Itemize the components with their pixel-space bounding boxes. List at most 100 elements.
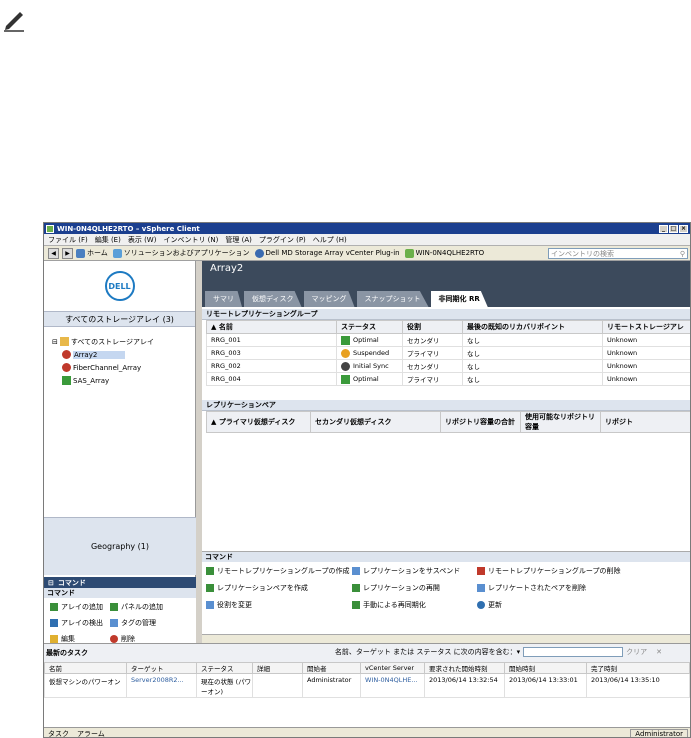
col-role[interactable]: 役割 — [402, 320, 463, 334]
delete-icon — [477, 567, 485, 575]
pencil-note-icon — [4, 12, 24, 32]
discover-array-button[interactable]: アレイの検出 — [50, 618, 110, 628]
suspend-replication-button[interactable]: レプリケーションをサスペンド — [352, 566, 477, 576]
create-rrg-button[interactable]: リモートレプリケーショングループの作成 — [206, 566, 352, 576]
filter-label[interactable]: 名前、ターゲット または ステータス に次の内容を含む：▾ — [335, 647, 520, 657]
table-row[interactable]: RRG_004 Optimal プライマリ なし Unknown — [206, 372, 690, 386]
tab-snapshots[interactable]: スナップショット — [356, 291, 429, 307]
tab-mapping[interactable]: マッピング — [303, 291, 355, 307]
create-pair-icon — [206, 584, 214, 592]
tasks-table: 名前 ターゲット ステータス 詳細 開始者 vCenter Server 要求さ… — [44, 662, 690, 698]
col-end[interactable]: 完了時刻 — [586, 662, 690, 674]
tab-async-rr[interactable]: 非同期化 RR — [430, 291, 488, 307]
col-requested[interactable]: 要求された開始時刻 — [424, 662, 505, 674]
col-status[interactable]: ステータス — [196, 662, 253, 674]
resume-replication-button[interactable]: レプリケーションの再開 — [352, 583, 477, 593]
error-icon — [62, 350, 71, 359]
all-arrays-header[interactable]: すべてのストレージアレイ (3) — [44, 311, 195, 327]
search-icon[interactable]: ⚲ — [680, 250, 685, 258]
menu-plugins[interactable]: プラグイン (P) — [259, 235, 306, 245]
folder-icon — [59, 337, 69, 346]
breadcrumb-server[interactable]: WIN-0N4QLHE2RTO — [404, 248, 484, 258]
collapse-icon[interactable]: ⊟ — [52, 338, 58, 346]
window-title: WIN-0N4QLHE2RTO – vSphere Client — [57, 224, 200, 233]
command-title: コマンド — [44, 588, 196, 598]
app-icon — [46, 224, 54, 233]
forward-button[interactable]: ▶ — [62, 247, 73, 259]
close-button[interactable]: × — [679, 224, 688, 233]
pair-table: ▲ プライマリ仮想ディスク セカンダリ仮想ディスク リポジトリ容量の合計 使用可… — [206, 411, 690, 433]
tasks-button[interactable]: タスク — [48, 729, 69, 738]
role-icon — [206, 601, 214, 609]
col-remote[interactable]: リモートストレージアレ — [602, 320, 690, 334]
add-array-button[interactable]: アレイの追加 — [50, 602, 110, 612]
close-icon[interactable]: ✕ — [656, 648, 662, 656]
breadcrumb-plugin[interactable]: Dell MD Storage Array vCenter Plug-in — [254, 248, 400, 258]
manage-tags-button[interactable]: タグの管理 — [110, 618, 190, 628]
col-secondary-disk[interactable]: セカンダリ仮想ディスク — [310, 411, 441, 433]
delete-rrg-button[interactable]: リモートレプリケーショングループの削除 — [477, 566, 627, 576]
col-task-name[interactable]: 名前 — [44, 662, 127, 674]
edit-icon — [50, 635, 58, 643]
task-filter-input[interactable] — [523, 647, 624, 657]
menu-admin[interactable]: 管理 (A) — [225, 235, 251, 245]
alarms-button[interactable]: アラーム — [77, 729, 105, 738]
manual-resync-button[interactable]: 手動による再同期化 — [352, 600, 477, 610]
menu-file[interactable]: ファイル (F) — [48, 235, 88, 245]
back-button[interactable]: ◀ — [48, 247, 59, 259]
col-name[interactable]: ▲ 名前 — [206, 320, 337, 334]
clear-button[interactable]: クリア — [626, 647, 647, 657]
tab-virtual-disks[interactable]: 仮想ディスク — [244, 291, 302, 307]
dell-logo: DELL — [104, 271, 135, 301]
horizontal-scrollbar[interactable] — [202, 634, 690, 643]
col-status[interactable]: ステータス — [336, 320, 403, 334]
vsphere-window: WIN-0N4QLHE2RTO – vSphere Client _ □ × フ… — [43, 222, 691, 738]
change-role-button[interactable]: 役割を変更 — [206, 600, 352, 610]
table-row[interactable]: RRG_003 Suspended プライマリ なし Unknown — [206, 346, 690, 360]
refresh-rr-button[interactable]: 更新 — [477, 600, 627, 610]
array-title: Array2 — [210, 263, 244, 274]
col-start[interactable]: 開始時刻 — [504, 662, 587, 674]
rrg-section-title: リモートレプリケーショングループ — [202, 309, 690, 320]
suspended-icon — [341, 348, 350, 358]
command-bar[interactable]: ⊟ コマンド — [44, 577, 196, 588]
geography-header[interactable]: Geography (1) — [44, 517, 196, 575]
col-target[interactable]: ターゲット — [126, 662, 197, 674]
inventory-search-input[interactable]: インベントリの検索 ⚲ — [548, 248, 688, 259]
tree-item-array2[interactable]: Array2 — [62, 348, 195, 361]
minimize-button[interactable]: _ — [659, 224, 668, 233]
add-panel-button[interactable]: パネルの追加 — [110, 602, 190, 612]
col-initiator[interactable]: 開始者 — [302, 662, 361, 674]
delete-pair-button[interactable]: レプリケートされたペアを削除 — [477, 583, 627, 593]
col-repo-total[interactable]: リポジトリ容量の合計 — [440, 411, 521, 433]
tree-root[interactable]: ⊟ すべてのストレージアレイ — [52, 335, 195, 348]
maximize-button[interactable]: □ — [669, 224, 678, 233]
menu-view[interactable]: 表示 (W) — [128, 235, 157, 245]
table-row[interactable]: RRG_002 Initial Sync セカンダリ なし Unknown — [206, 359, 690, 373]
current-user: Administrator — [630, 728, 688, 737]
tree-item-sas[interactable]: SAS_Array — [62, 374, 195, 387]
menu-inventory[interactable]: インベントリ (N) — [163, 235, 218, 245]
solutions-icon — [112, 248, 122, 258]
tree-item-fiberchannel[interactable]: FiberChannel_Array — [62, 361, 195, 374]
recent-tasks-panel: 最新のタスク 名前、ターゲット または ステータス に次の内容を含む：▾ クリア… — [44, 643, 690, 738]
tag-icon — [110, 619, 118, 627]
col-primary-disk[interactable]: ▲ プライマリ仮想ディスク — [206, 411, 311, 433]
col-last-recovery[interactable]: 最後の既知のリカバリポイント — [462, 320, 603, 334]
col-repo[interactable]: リポジト — [600, 411, 690, 433]
menu-edit[interactable]: 編集 (E) — [95, 235, 121, 245]
status-bar: タスク アラーム Administrator — [44, 727, 690, 738]
title-bar: WIN-0N4QLHE2RTO – vSphere Client _ □ × — [44, 223, 690, 234]
pair-section-title: レプリケーションペア — [202, 400, 690, 411]
sync-icon — [341, 361, 350, 371]
task-row[interactable]: 仮想マシンのパワーオン Server2008R2... 現在の状態 (パワーオン… — [44, 673, 690, 698]
col-repo-available[interactable]: 使用可能なリポジトリ容量 — [520, 411, 601, 433]
breadcrumb-home[interactable]: ホーム — [76, 248, 108, 258]
menu-help[interactable]: ヘルプ (H) — [313, 235, 347, 245]
breadcrumb-solutions[interactable]: ソリューションおよびアプリケーション — [112, 248, 250, 258]
create-pair-button[interactable]: レプリケーションペアを作成 — [206, 583, 352, 593]
table-row[interactable]: RRG_001 Optimal セカンダリ なし Unknown — [206, 333, 690, 347]
tab-summary[interactable]: サマリ — [205, 291, 242, 307]
col-details[interactable]: 詳細 — [252, 662, 303, 674]
col-vcenter[interactable]: vCenter Server — [360, 662, 425, 674]
